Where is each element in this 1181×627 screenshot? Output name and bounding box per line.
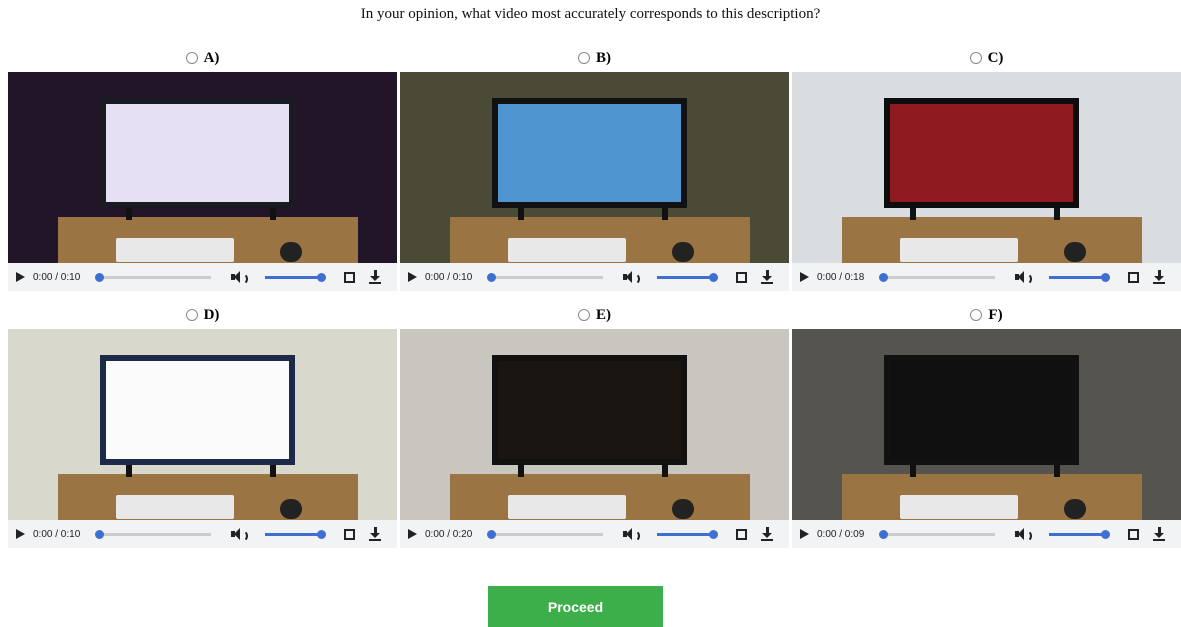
- keyboard: [900, 238, 1018, 262]
- volume-icon[interactable]: [1015, 270, 1032, 285]
- video-e[interactable]: [400, 329, 789, 520]
- fullscreen-icon[interactable]: [1128, 271, 1139, 283]
- radio-option-a[interactable]: [185, 52, 198, 64]
- play-icon[interactable]: [16, 529, 25, 539]
- volume-slider[interactable]: [1049, 529, 1110, 539]
- volume-slider[interactable]: [265, 272, 326, 282]
- radio-option-b[interactable]: [578, 52, 590, 64]
- video-b[interactable]: [400, 72, 789, 263]
- progress-slider[interactable]: [879, 272, 995, 282]
- time-display: 0:00 / 0:20: [425, 528, 473, 540]
- mouse: [280, 242, 302, 262]
- time-display: 0:00 / 0:18: [817, 271, 865, 283]
- fullscreen-icon[interactable]: [736, 271, 747, 283]
- radio-option-d[interactable]: [185, 309, 198, 321]
- volume-icon[interactable]: [623, 270, 640, 285]
- keyboard: [116, 238, 234, 262]
- progress-slider[interactable]: [487, 529, 603, 539]
- option-label: C): [987, 49, 1004, 66]
- video-controls: 0:00 / 0:09: [792, 520, 1181, 548]
- fullscreen-icon[interactable]: [344, 271, 355, 283]
- radio-option-f[interactable]: [970, 309, 983, 321]
- tv-screen: [106, 104, 289, 202]
- progress-slider[interactable]: [487, 272, 603, 282]
- volume-icon[interactable]: [231, 527, 248, 542]
- download-icon[interactable]: [369, 270, 381, 284]
- play-icon[interactable]: [16, 272, 25, 282]
- video-a[interactable]: [8, 72, 397, 263]
- download-icon[interactable]: [761, 270, 773, 284]
- tv-screen: [890, 104, 1073, 202]
- tv-screen: [106, 361, 289, 459]
- mouse: [1064, 242, 1086, 262]
- play-icon[interactable]: [408, 272, 417, 282]
- keyboard: [508, 238, 626, 262]
- tv-monitor: [492, 355, 687, 465]
- tv-monitor: [884, 98, 1079, 208]
- progress-slider[interactable]: [95, 529, 211, 539]
- video-controls: 0:00 / 0:10: [400, 263, 789, 291]
- volume-icon[interactable]: [1015, 527, 1032, 542]
- option-label: B): [596, 49, 611, 66]
- option-label: F): [988, 306, 1003, 323]
- volume-slider[interactable]: [657, 272, 718, 282]
- radio-option-e[interactable]: [578, 309, 590, 321]
- volume-icon[interactable]: [623, 527, 640, 542]
- question-text: In your opinion, what video most accurat…: [360, 6, 821, 22]
- tv-screen: [498, 361, 681, 459]
- tv-monitor: [100, 355, 295, 465]
- volume-icon[interactable]: [231, 270, 248, 285]
- mouse: [672, 242, 694, 262]
- tv-monitor: [884, 355, 1079, 465]
- time-display: 0:00 / 0:10: [33, 528, 81, 540]
- tv-screen: [498, 104, 681, 202]
- video-c[interactable]: [792, 72, 1181, 263]
- video-controls: 0:00 / 0:10: [8, 520, 397, 548]
- keyboard: [116, 495, 234, 519]
- download-icon[interactable]: [1153, 527, 1165, 541]
- tv-screen: [890, 361, 1073, 459]
- progress-slider[interactable]: [879, 529, 995, 539]
- volume-slider[interactable]: [265, 529, 326, 539]
- keyboard: [900, 495, 1018, 519]
- download-icon[interactable]: [369, 527, 381, 541]
- download-icon[interactable]: [1153, 270, 1165, 284]
- fullscreen-icon[interactable]: [736, 528, 747, 540]
- option-label: D): [203, 306, 220, 323]
- keyboard: [508, 495, 626, 519]
- video-d[interactable]: [8, 329, 397, 520]
- option-label: A): [203, 49, 220, 66]
- video-controls: 0:00 / 0:18: [792, 263, 1181, 291]
- time-display: 0:00 / 0:10: [425, 271, 473, 283]
- option-label: E): [596, 306, 611, 323]
- play-icon[interactable]: [800, 272, 809, 282]
- radio-option-c[interactable]: [969, 52, 982, 64]
- video-f[interactable]: [792, 329, 1181, 520]
- mouse: [672, 499, 694, 519]
- play-icon[interactable]: [800, 529, 809, 539]
- proceed-button[interactable]: Proceed: [488, 586, 663, 627]
- progress-slider[interactable]: [95, 272, 211, 282]
- time-display: 0:00 / 0:09: [817, 528, 865, 540]
- video-controls: 0:00 / 0:20: [400, 520, 789, 548]
- play-icon[interactable]: [408, 529, 417, 539]
- fullscreen-icon[interactable]: [1128, 528, 1139, 540]
- mouse: [1064, 499, 1086, 519]
- tv-monitor: [492, 98, 687, 208]
- time-display: 0:00 / 0:10: [33, 271, 81, 283]
- mouse: [280, 499, 302, 519]
- fullscreen-icon[interactable]: [344, 528, 355, 540]
- tv-monitor: [100, 98, 295, 208]
- volume-slider[interactable]: [1049, 272, 1110, 282]
- download-icon[interactable]: [761, 527, 773, 541]
- volume-slider[interactable]: [657, 529, 718, 539]
- video-controls: 0:00 / 0:10: [8, 263, 397, 291]
